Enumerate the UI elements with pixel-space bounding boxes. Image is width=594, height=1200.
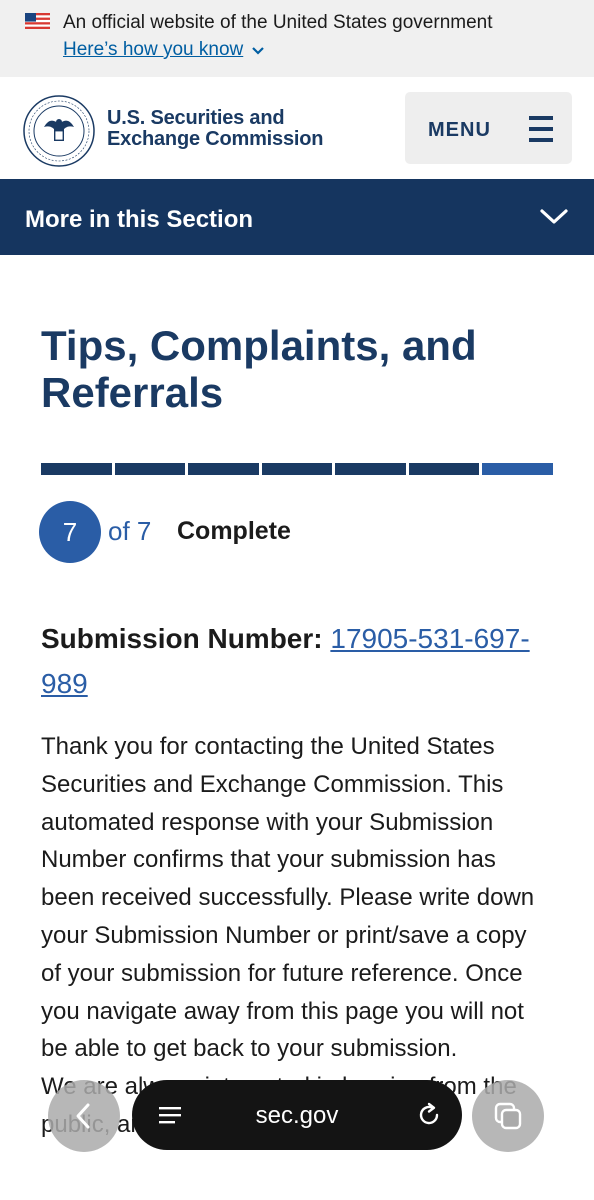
step-of-total: of 7	[108, 516, 152, 546]
step-status: Complete	[177, 517, 291, 545]
progress-segment	[188, 463, 259, 475]
chevron-down-icon[interactable]	[251, 46, 265, 56]
progress-segment	[41, 463, 112, 475]
back-arrow-icon	[76, 1103, 90, 1129]
address-bar[interactable]: sec.gov	[132, 1080, 462, 1150]
official-website-text: An official website of the United States…	[63, 12, 493, 33]
agency-name-line2: Exchange Commission	[107, 128, 324, 150]
confirmation-text: Thank you for contacting the United Stat…	[41, 733, 535, 1063]
hamburger-icon	[529, 116, 553, 142]
reload-icon[interactable]	[416, 1102, 442, 1128]
more-in-section-bar[interactable]: More in this Section	[0, 179, 594, 255]
progress-segment	[114, 463, 186, 475]
submission-number: Submission Number: 17905-531-697-989	[41, 616, 541, 706]
tabs-icon	[494, 1102, 522, 1130]
tabs-button[interactable]	[472, 1080, 544, 1152]
menu-label: MENU	[428, 119, 491, 141]
agency-name[interactable]: U.S. Securities and Exchange Commission	[107, 108, 347, 150]
agency-name-line1: U.S. Securities and	[107, 107, 285, 129]
submission-number-label: Submission Number:	[41, 623, 323, 654]
us-flag-icon	[25, 13, 50, 29]
chevron-down-icon	[540, 209, 568, 224]
progress-segment	[482, 463, 554, 475]
step-progress-bar	[41, 463, 554, 475]
sec-seal-logo[interactable]	[16, 94, 102, 168]
step-number-badge: 7	[39, 501, 101, 563]
progress-segment	[408, 463, 480, 475]
url-text: sec.gov	[255, 1102, 339, 1129]
menu-button[interactable]: MENU	[405, 92, 572, 164]
how-you-know-link[interactable]: Here’s how you know	[63, 39, 243, 61]
section-nav-label: More in this Section	[25, 206, 254, 233]
back-button[interactable]	[48, 1080, 120, 1152]
page-title: Tips, Complaints, and Referrals	[41, 322, 477, 416]
progress-segment	[335, 463, 406, 475]
progress-segment	[261, 463, 333, 475]
gov-banner: An official website of the United States…	[0, 0, 594, 77]
